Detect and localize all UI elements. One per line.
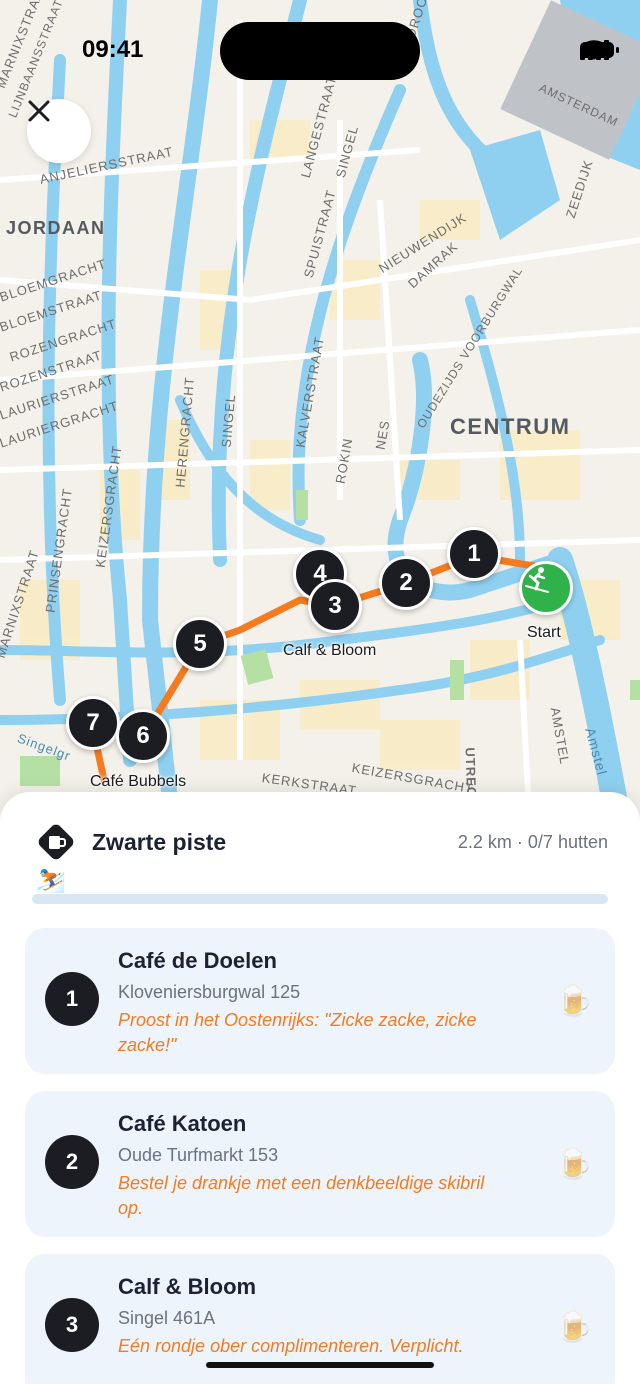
beer-icon[interactable]: 🍺 <box>556 1147 593 1182</box>
stop-address: Singel 461A <box>118 1308 216 1328</box>
beer-mug-diamond-icon <box>38 824 74 860</box>
stop-name: Café Katoen <box>118 1111 247 1136</box>
map-pin-2[interactable]: 2 <box>379 556 433 610</box>
stop-card[interactable]: 2 Café Katoen Oude Turfmarkt 153 Bestel … <box>25 1091 615 1237</box>
stop-tip: Eén rondje ober complimenteren. Verplich… <box>118 1336 464 1356</box>
district-label: JORDAAN <box>6 218 106 238</box>
map-pin-1[interactable]: 1 <box>447 527 501 581</box>
map-view[interactable]: MARNIXSTRAAT LIJNBAANSSTRAAT ANJELIERSST… <box>0 0 640 830</box>
route-badge <box>36 822 76 862</box>
stop-number: 1 <box>45 972 99 1026</box>
stop-address: Oude Turfmarkt 153 <box>118 1145 279 1165</box>
close-icon <box>28 100 50 122</box>
stop-tip: Bestel je drankje met een denkbeeldige s… <box>118 1173 485 1218</box>
start-label: Start <box>527 624 561 641</box>
home-indicator[interactable] <box>206 1362 434 1368</box>
stop-number: 3 <box>45 1298 99 1352</box>
route-sheet[interactable]: Zwarte piste 2.2 km · 0/7 hutten ⛷️ 1 Ca… <box>0 792 640 1384</box>
map-pin-3[interactable]: 3 <box>308 579 362 633</box>
stop-name: Calf & Bloom <box>118 1274 257 1299</box>
beer-icon[interactable]: 🍺 <box>556 1310 593 1345</box>
close-button[interactable] <box>27 99 91 163</box>
route-header: Zwarte piste 2.2 km · 0/7 hutten <box>36 822 608 862</box>
status-time: 09:41 <box>82 36 144 63</box>
map-pin-5[interactable]: 5 <box>173 617 227 671</box>
route-title: Zwarte piste <box>92 828 227 855</box>
beer-icon[interactable]: 🍺 <box>556 984 593 1019</box>
map-pin-7[interactable]: 7 <box>66 696 120 750</box>
battery-icon <box>580 42 619 58</box>
district-label: CENTRUM <box>450 414 571 439</box>
stop-tip: Proost in het Oostenrijks: "Zicke zacke,… <box>118 1010 477 1055</box>
skier-icon <box>525 567 549 593</box>
skier-progress-icon: ⛷️ <box>36 867 66 894</box>
calf-bloom-label: Calf & Bloom <box>283 642 377 659</box>
dynamic-island <box>220 22 420 80</box>
route-meta: 2.2 km · 0/7 hutten <box>457 831 608 852</box>
stop-address: Kloveniersburgwal 125 <box>118 982 301 1002</box>
cafe-bubbels-label: Café Bubbels <box>90 773 187 790</box>
stop-number: 2 <box>45 1135 99 1189</box>
stop-name: Café de Doelen <box>118 948 277 973</box>
stop-card[interactable]: 1 Café de Doelen Kloveniersburgwal 125 P… <box>25 928 615 1074</box>
start-pin[interactable] <box>519 561 573 615</box>
map-pin-6[interactable]: 6 <box>116 709 170 763</box>
route-progress-bar <box>32 894 608 904</box>
